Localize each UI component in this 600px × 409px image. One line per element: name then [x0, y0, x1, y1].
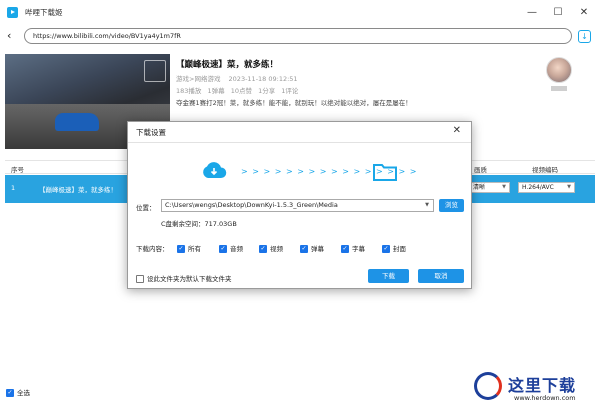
option-all-checkbox[interactable]: ✓ 所有 — [177, 243, 201, 253]
video-meta: 游戏>网络游戏 2023-11-18 09:12:51 — [176, 73, 304, 83]
option-label: 所有 — [188, 245, 201, 253]
minimize-button[interactable]: — — [518, 0, 546, 24]
video-description: 夺金赛1赛打2冠！菜，就多练！能不能，就别玩！以绝对能以绝对，屡在是屡在！ — [176, 99, 412, 107]
download-button[interactable]: 下载 — [368, 269, 409, 283]
checkbox-checked-icon: ✓ — [382, 245, 390, 253]
stat-danmaku: 1弹幕 — [207, 87, 225, 95]
codec-value: H.264/AVC — [522, 184, 554, 191]
option-subtitle-checkbox[interactable]: ✓ 字幕 — [341, 243, 365, 253]
watermark-text: 这里下载 — [508, 376, 577, 395]
checkbox-checked-icon: ✓ — [6, 389, 14, 397]
thumbnail-car — [55, 113, 99, 131]
window-title: 哔哩下载姬 — [25, 7, 63, 17]
location-select[interactable]: C:\Users\wengs\Desktop\DownKyi-1.5.3_Gre… — [161, 199, 434, 212]
option-video-checkbox[interactable]: ✓ 视频 — [259, 243, 283, 253]
checkbox-checked-icon: ✓ — [219, 245, 227, 253]
option-label: 视频 — [270, 245, 283, 253]
row-index: 1 — [11, 184, 16, 192]
chevron-down-icon: ▼ — [425, 202, 429, 208]
header-codec: 视频编码 — [532, 166, 558, 174]
header-index: 序号 — [11, 166, 24, 174]
watermark-logo-icon — [474, 372, 502, 400]
quality-select[interactable]: 清晰 ▼ — [469, 182, 510, 193]
stat-shares: 1分享 — [258, 87, 276, 95]
download-list-button[interactable]: ↓ — [578, 30, 591, 43]
title-bar: 哔哩下载姬 — [0, 0, 600, 24]
dialog-title: 下载设置 — [136, 128, 166, 137]
video-title: 【巅峰极速】菜，就多练！ — [176, 60, 279, 70]
back-arrow-icon[interactable]: ‹ — [7, 29, 11, 42]
maximize-button[interactable]: ☐ — [544, 0, 572, 24]
chevron-down-icon: ▼ — [567, 184, 571, 190]
video-stats: 183播放 1弹幕 10点赞 1分享 1评论 — [176, 85, 302, 95]
stat-likes: 10点赞 — [230, 87, 252, 95]
option-label: 音频 — [230, 245, 243, 253]
chevron-down-icon: ▼ — [502, 184, 506, 190]
option-danmaku-checkbox[interactable]: ✓ 弹幕 — [300, 243, 324, 253]
default-dir-label: 设此文件夹为默认下载文件夹 — [147, 275, 232, 283]
select-all-checkbox[interactable]: ✓ 全选 — [6, 387, 30, 397]
video-date: 2023-11-18 09:12:51 — [228, 75, 298, 83]
download-content-label: 下载内容： — [136, 245, 169, 253]
download-icon: ↓ — [581, 32, 588, 41]
quality-value: 清晰 — [473, 184, 486, 191]
browse-button[interactable]: 浏览 — [439, 199, 464, 212]
option-label: 字幕 — [352, 245, 365, 253]
site-watermark: 这里下载 www.herdown.com — [472, 370, 597, 406]
video-category: 游戏>网络游戏 — [176, 75, 221, 83]
address-bar: ‹ https://www.bilibili.com/video/BV1ya4y… — [0, 24, 600, 48]
dialog-divider — [128, 142, 471, 143]
uploader-avatar[interactable] — [546, 57, 572, 83]
option-audio-checkbox[interactable]: ✓ 音频 — [219, 243, 243, 253]
default-dir-checkbox[interactable]: 设此文件夹为默认下载文件夹 — [136, 273, 232, 283]
stat-plays: 183播放 — [176, 87, 202, 95]
checkbox-checked-icon: ✓ — [177, 245, 185, 253]
url-input[interactable]: https://www.bilibili.com/video/BV1ya4y1m… — [24, 28, 572, 44]
checkbox-empty-icon — [136, 275, 144, 283]
cancel-button[interactable]: 取消 — [418, 269, 464, 283]
header-quality: 画质 — [474, 166, 487, 174]
location-label: 位置： — [136, 204, 156, 212]
select-all-label: 全选 — [17, 389, 30, 397]
uploader-name-blurred — [551, 86, 567, 91]
watermark-url: www.herdown.com — [514, 394, 576, 402]
location-value: C:\Users\wengs\Desktop\DownKyi-1.5.3_Gre… — [165, 201, 338, 209]
thumbnail-hud — [144, 60, 166, 82]
checkbox-checked-icon: ✓ — [259, 245, 267, 253]
disk-space-text: C盘剩余空间：717.03GB — [161, 220, 237, 228]
close-button[interactable]: ✕ — [570, 0, 598, 24]
checkbox-checked-icon: ✓ — [300, 245, 308, 253]
cloud-download-icon — [203, 162, 227, 178]
option-cover-checkbox[interactable]: ✓ 封面 — [382, 243, 406, 253]
row-title: 【巅峰极速】菜，就多练！ — [39, 186, 117, 194]
dialog-close-button[interactable]: ✕ — [453, 125, 461, 136]
option-label: 弹幕 — [311, 245, 324, 253]
option-label: 封面 — [393, 245, 406, 253]
codec-select[interactable]: H.264/AVC ▼ — [518, 182, 575, 193]
checkbox-checked-icon: ✓ — [341, 245, 349, 253]
stat-comments: 1评论 — [281, 87, 299, 95]
app-logo-icon — [7, 6, 18, 18]
folder-icon — [373, 164, 397, 181]
download-settings-dialog: 下载设置 ✕ > > > > > > > > > > > > > > > > 位… — [127, 121, 472, 289]
